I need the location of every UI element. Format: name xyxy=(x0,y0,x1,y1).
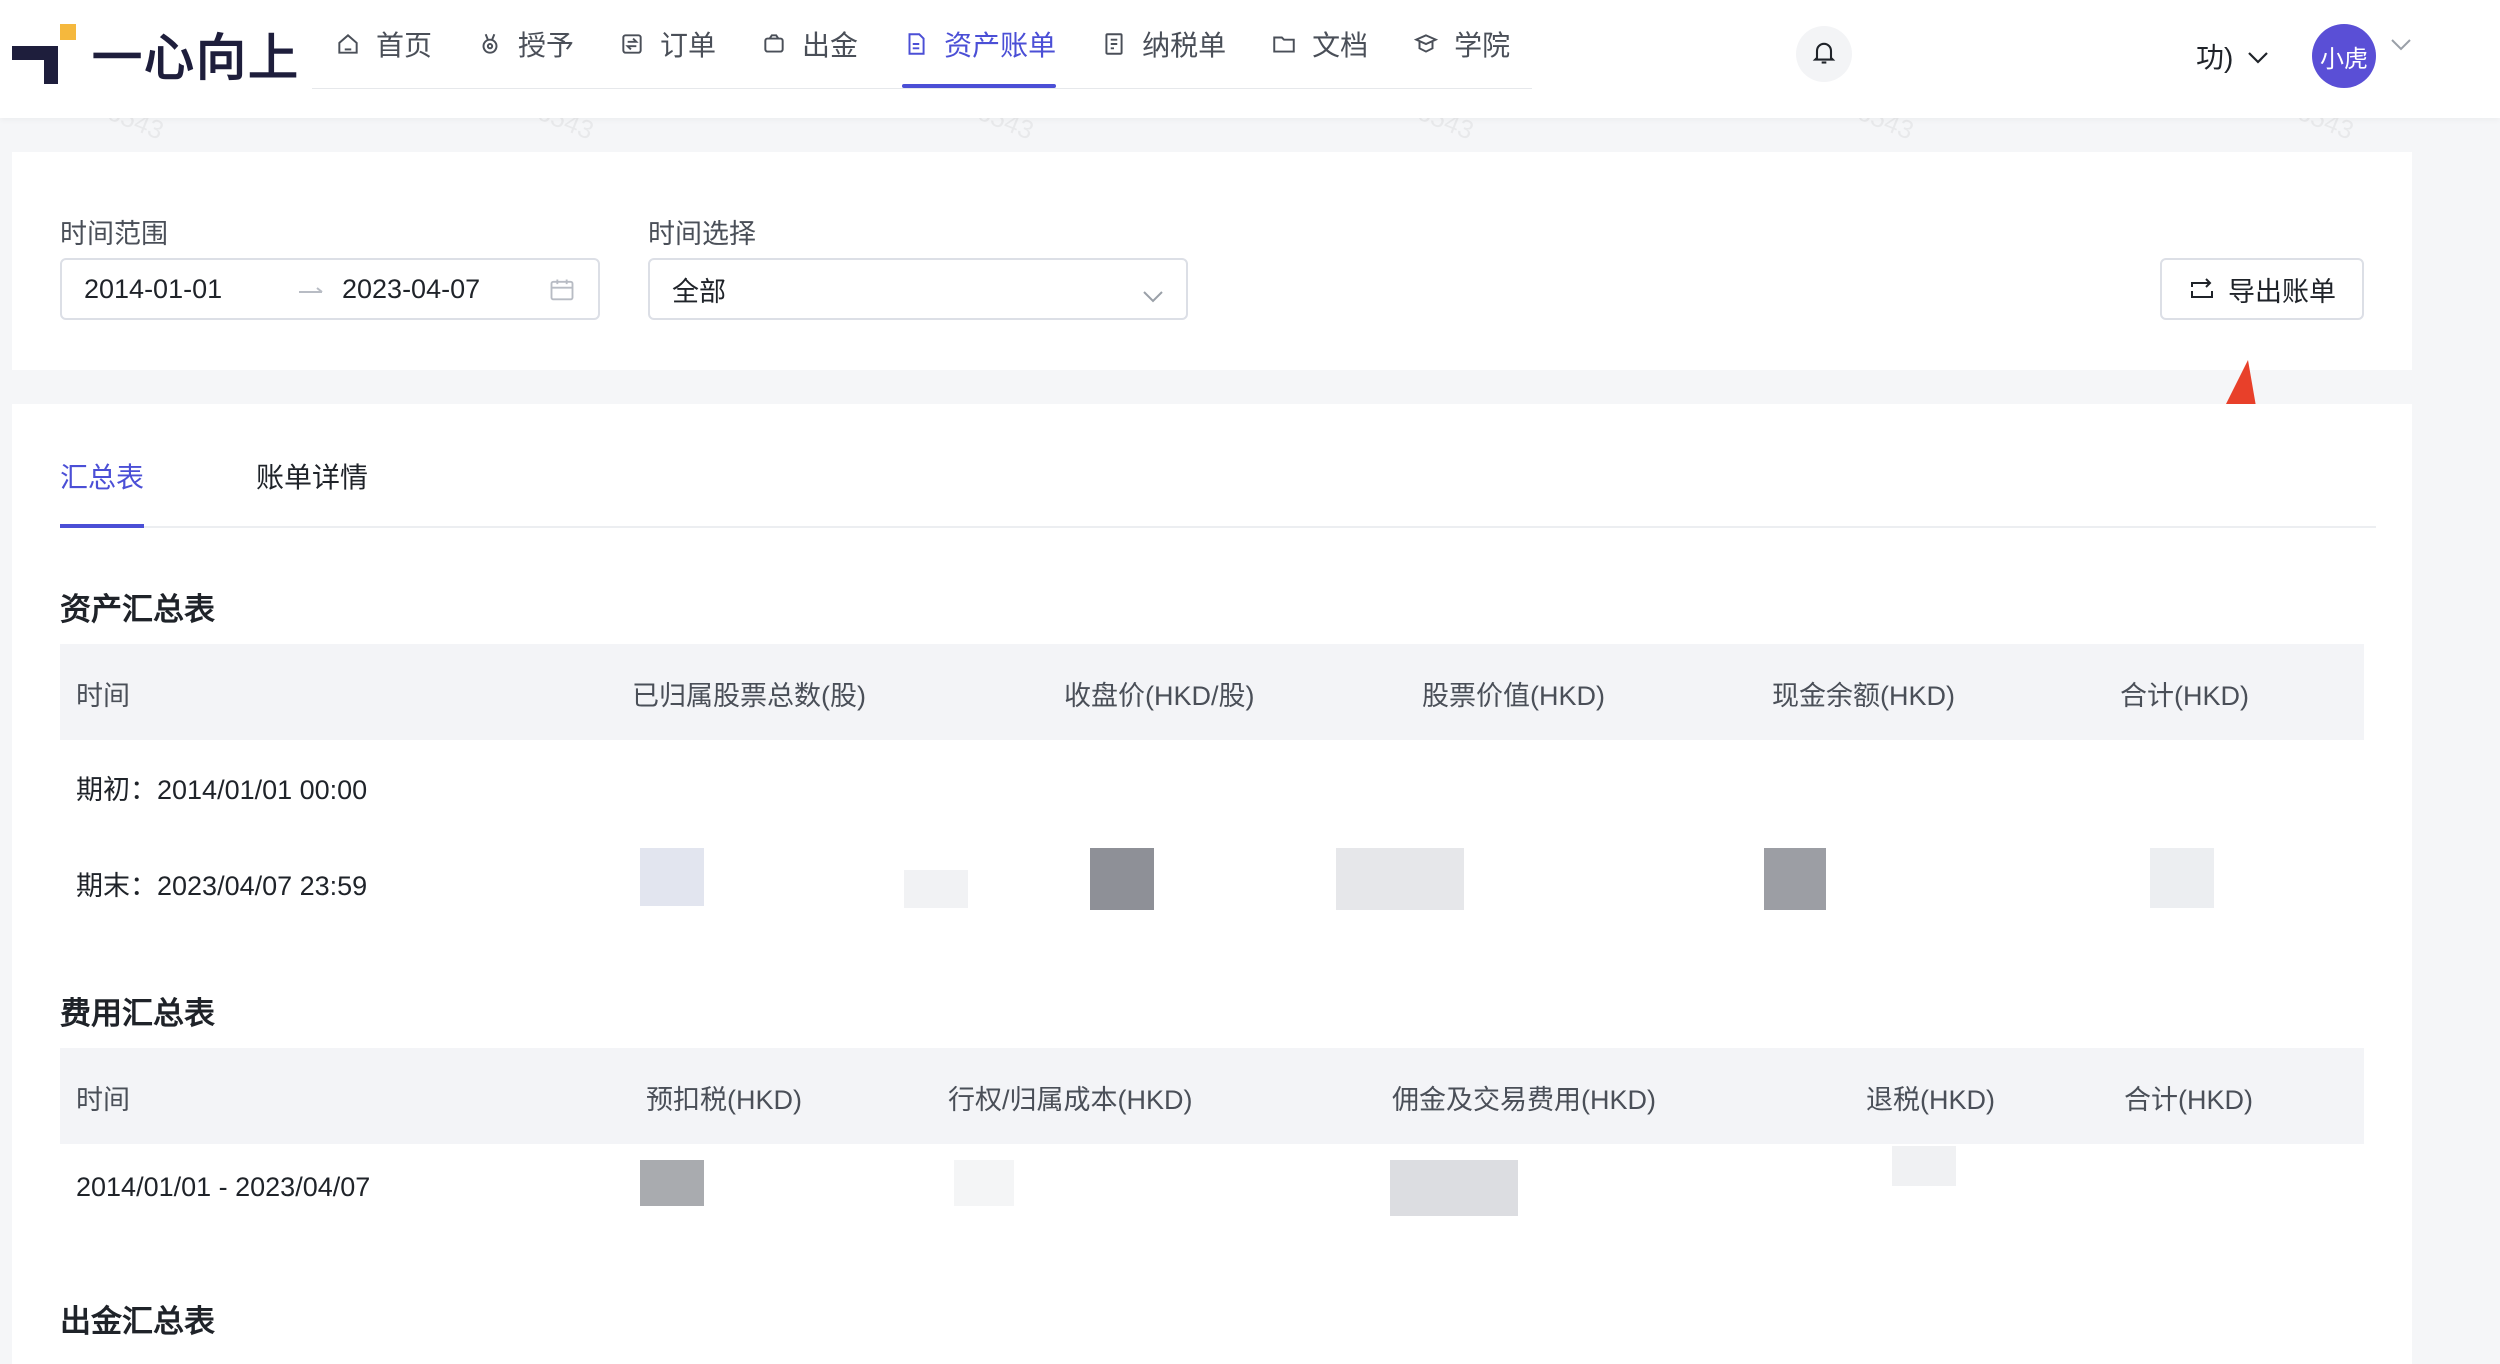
folder-icon xyxy=(1270,30,1298,58)
nav-label: 首页 xyxy=(376,30,433,61)
tab-details[interactable]: 账单详情 xyxy=(256,446,372,526)
redacted-value xyxy=(1390,1160,1518,1216)
start-date[interactable]: 2014-01-01 xyxy=(84,274,222,305)
main-nav: 首页 授予 订单 出金 资产账单 纳税单 文档 学院 xyxy=(312,0,1533,89)
asset-summary-title: 资产汇总表 xyxy=(60,592,215,627)
export-label: 导出账单 xyxy=(2228,276,2336,307)
column-header: 收盘价(HKD/股) xyxy=(1064,681,1255,711)
notification-button[interactable] xyxy=(1796,26,1852,82)
redacted-value xyxy=(1090,848,1154,910)
tab-label: 汇总表 xyxy=(60,462,145,493)
column-header: 时间 xyxy=(76,681,130,711)
redacted-value xyxy=(1892,1146,1956,1186)
nav-label: 出金 xyxy=(802,30,859,61)
time-select-label: 时间选择 xyxy=(648,219,756,249)
avatar-text: 小虎 xyxy=(2320,45,2368,73)
language-label: 功) xyxy=(2196,42,2234,73)
row-time: 期末：2023/04/07 23:59 xyxy=(76,871,368,901)
asset-summary-table: 时间 已归属股票总数(股) 收盘价(HKD/股) 股票价值(HKD) 现金余额(… xyxy=(60,644,2364,934)
redacted-value xyxy=(954,1160,1014,1206)
exchange-icon xyxy=(618,30,646,58)
time-range-label: 时间范围 xyxy=(60,219,168,249)
top-header: 一心向上 首页 授予 订单 出金 资产账单 纳税单 文档 学院 功) 小虎 xyxy=(0,0,2500,118)
end-date[interactable]: 2023-04-07 xyxy=(342,274,480,305)
export-icon xyxy=(2188,277,2216,301)
nav-item-academy[interactable]: 学院 xyxy=(1390,0,1532,88)
nav-item-tax[interactable]: 纳税单 xyxy=(1078,0,1248,88)
nav-item-home[interactable]: 首页 xyxy=(312,0,454,88)
fee-summary-title: 费用汇总表 xyxy=(60,996,215,1031)
bell-icon xyxy=(1810,38,1838,71)
home-icon xyxy=(334,30,362,58)
withdraw-summary-title: 出金汇总表 xyxy=(60,1304,215,1339)
column-header: 股票价值(HKD) xyxy=(1422,681,1605,711)
logo[interactable]: 一心向上 xyxy=(10,22,300,86)
row-time: 期初：2014/01/01 00:00 xyxy=(76,775,368,805)
nav-label: 订单 xyxy=(660,30,717,61)
tab-label: 账单详情 xyxy=(256,462,369,493)
receipt-icon xyxy=(1100,30,1128,58)
redacted-value xyxy=(1764,848,1826,910)
fee-summary-table: 时间 预扣税(HKD) 行权/归属成本(HKD) 佣金及交易费用(HKD) 退税… xyxy=(60,1048,2364,1238)
export-statement-button[interactable]: 导出账单 xyxy=(2160,258,2364,320)
column-header: 合计(HKD) xyxy=(2120,681,2249,711)
date-range-picker[interactable]: 2014-01-01 2023-04-07 xyxy=(60,258,600,320)
nav-label: 资产账单 xyxy=(944,30,1057,61)
chevron-down-icon xyxy=(2247,40,2269,72)
column-header: 退税(HKD) xyxy=(1866,1085,1995,1115)
arrow-right-icon xyxy=(298,274,324,305)
logo-text: 一心向上 xyxy=(92,30,300,86)
redacted-value xyxy=(640,848,704,906)
nav-label: 文档 xyxy=(1312,30,1369,61)
redacted-value xyxy=(904,870,968,908)
column-header: 合计(HKD) xyxy=(2124,1085,2253,1115)
chevron-down-icon[interactable] xyxy=(2390,38,2412,57)
column-header: 行权/归属成本(HKD) xyxy=(948,1085,1193,1115)
avatar[interactable]: 小虎 xyxy=(2312,24,2376,88)
time-select[interactable]: 全部 xyxy=(648,258,1188,320)
chevron-down-icon xyxy=(1142,280,1164,311)
redacted-value xyxy=(1336,848,1464,910)
calendar-icon[interactable] xyxy=(548,276,576,311)
column-header: 现金余额(HKD) xyxy=(1772,681,1955,711)
redacted-value xyxy=(2150,848,2214,908)
table-header: 时间 已归属股票总数(股) 收盘价(HKD/股) 股票价值(HKD) 现金余额(… xyxy=(60,644,2364,740)
nav-item-orders[interactable]: 订单 xyxy=(596,0,738,88)
column-header: 佣金及交易费用(HKD) xyxy=(1392,1085,1656,1115)
content-panel: 汇总表 账单详情 资产汇总表 时间 已归属股票总数(股) 收盘价(HKD/股) … xyxy=(12,404,2412,1364)
nav-item-withdraw[interactable]: 出金 xyxy=(738,0,880,88)
file-icon xyxy=(902,30,930,58)
filter-panel: 时间范围 2014-01-01 2023-04-07 时间选择 全部 导出账单 xyxy=(12,152,2412,370)
nav-item-grant[interactable]: 授予 xyxy=(454,0,596,88)
column-header: 预扣税(HKD) xyxy=(646,1085,802,1115)
wallet-icon xyxy=(760,30,788,58)
nav-item-asset-statement[interactable]: 资产账单 xyxy=(880,0,1078,88)
nav-label: 学院 xyxy=(1454,30,1511,61)
time-select-value: 全部 xyxy=(672,276,726,307)
statement-tabs: 汇总表 账单详情 xyxy=(60,446,2376,528)
redacted-value xyxy=(640,1160,704,1206)
award-icon xyxy=(476,30,504,58)
nav-item-docs[interactable]: 文档 xyxy=(1248,0,1390,88)
column-header: 已归属股票总数(股) xyxy=(632,681,866,711)
language-switch[interactable]: 功) xyxy=(2196,36,2269,76)
row-time: 2014/01/01 - 2023/04/07 xyxy=(76,1172,371,1202)
table-header: 时间 预扣税(HKD) 行权/归属成本(HKD) 佣金及交易费用(HKD) 退税… xyxy=(60,1048,2364,1144)
tab-summary[interactable]: 汇总表 xyxy=(60,446,145,528)
graduation-icon xyxy=(1412,30,1440,58)
nav-label: 纳税单 xyxy=(1142,30,1227,61)
logo-mark-icon xyxy=(10,22,76,86)
nav-label: 授予 xyxy=(518,30,575,61)
column-header: 时间 xyxy=(76,1085,130,1115)
